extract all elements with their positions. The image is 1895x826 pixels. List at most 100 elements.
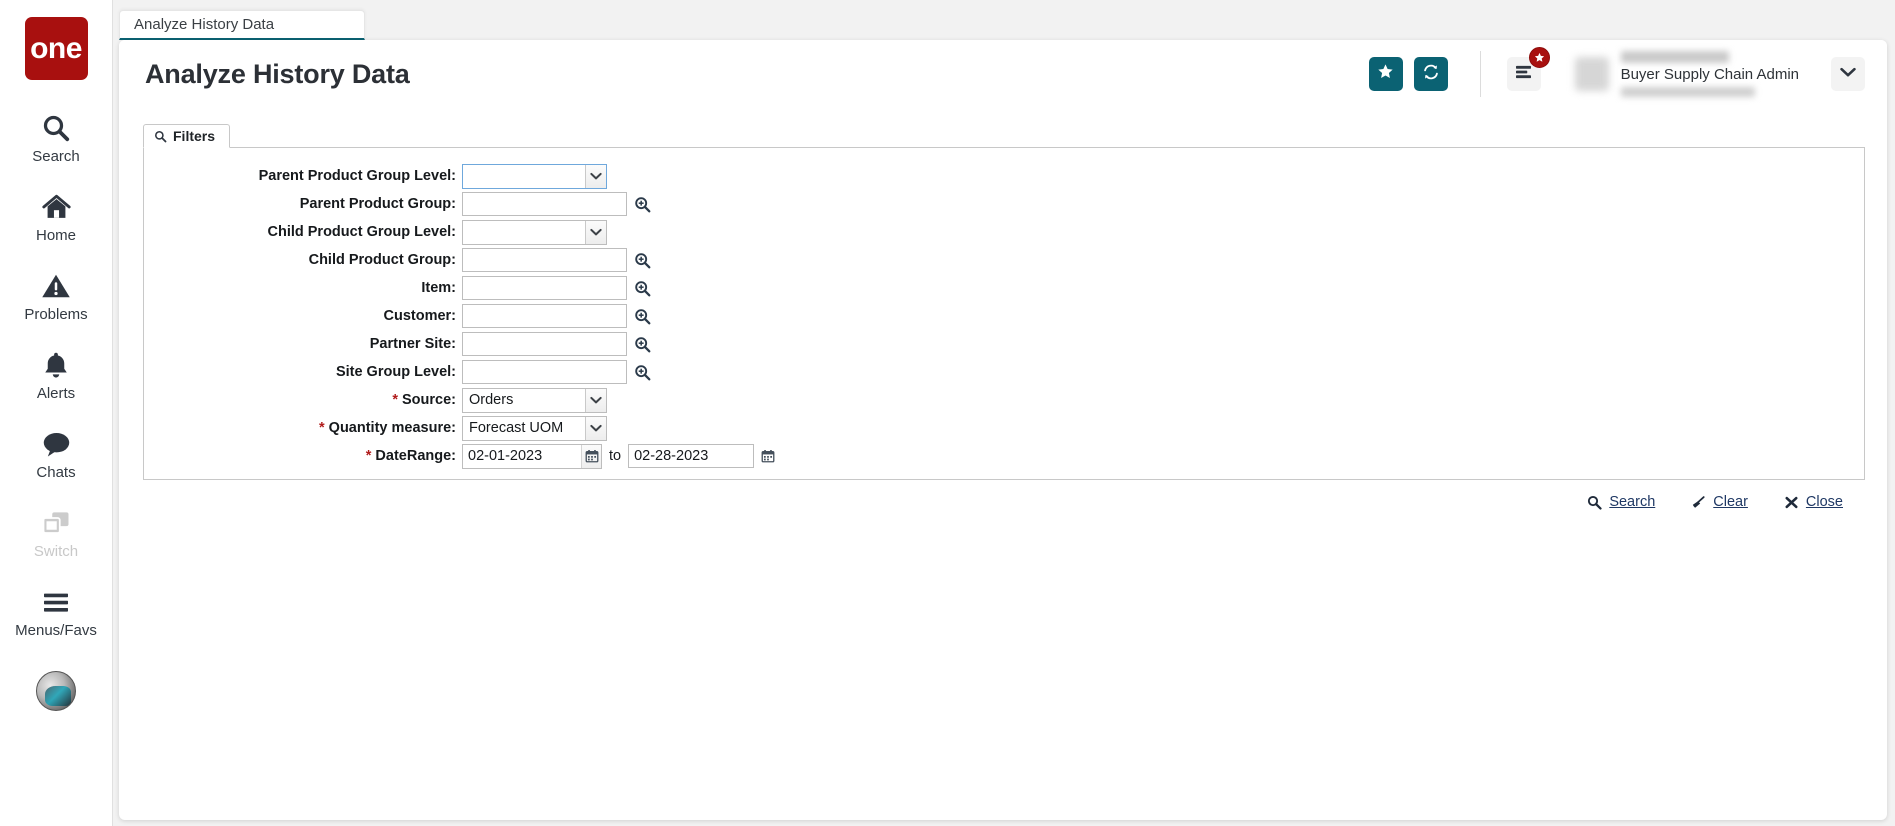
close-button[interactable]: Close	[1784, 494, 1843, 510]
filters-actions: Search Clear Close	[143, 480, 1865, 524]
magnifier-plus-icon[interactable]	[634, 280, 651, 297]
tab-filters-label: Filters	[173, 128, 216, 144]
filters-tab-row: Filters	[143, 124, 1865, 148]
star-icon	[1377, 63, 1394, 85]
brand-logo-text: one	[30, 31, 82, 65]
search-icon	[1587, 495, 1602, 510]
child-product-group-input[interactable]	[462, 248, 627, 272]
chat-icon	[41, 428, 72, 460]
parent-product-group-input[interactable]	[462, 192, 627, 216]
user-menu[interactable]: Buyer Supply Chain Admin	[1574, 51, 1799, 97]
clear-button[interactable]: Clear	[1691, 494, 1748, 510]
user-name-redacted	[1620, 51, 1729, 64]
chevron-down-icon[interactable]	[585, 164, 606, 188]
search-button-label: Search	[1609, 494, 1656, 510]
sidebar-item-search[interactable]: Search	[0, 112, 112, 165]
sidebar-item-problems[interactable]: Problems	[0, 270, 112, 323]
broom-icon	[1691, 495, 1706, 510]
select-value: Forecast UOM	[463, 416, 585, 440]
field-label: * DateRange:	[144, 448, 462, 464]
chevron-down-icon	[1840, 65, 1856, 83]
sidebar-item-label: Chats	[36, 464, 76, 481]
child-product-group-level-select[interactable]	[462, 219, 607, 245]
date-range-separator: to	[609, 448, 622, 464]
list-menu-button[interactable]	[1506, 47, 1550, 91]
sidebar-item-home[interactable]: Home	[0, 191, 112, 244]
quantity-measure-select[interactable]: Forecast UOM	[462, 415, 607, 441]
content-card: Analyze History Data Buyer Supply Chain …	[119, 40, 1887, 820]
magnifier-plus-icon[interactable]	[634, 336, 651, 353]
avatar[interactable]	[36, 671, 76, 711]
required-marker: *	[318, 420, 325, 436]
main-region: Analyze History Data Analyze History Dat…	[113, 0, 1895, 826]
list-menu-icon	[1514, 64, 1533, 84]
field-row-site-group-level: Site Group Level:	[144, 359, 1864, 385]
tab-filters[interactable]: Filters	[143, 124, 231, 148]
sidebar-item-switch[interactable]: Switch	[0, 507, 112, 560]
close-x-icon	[1784, 495, 1799, 510]
chevron-down-icon[interactable]	[585, 220, 606, 244]
field-row-child-product-group-level: Child Product Group Level:	[144, 219, 1864, 245]
refresh-button[interactable]	[1413, 57, 1448, 91]
hamburger-icon	[41, 586, 71, 618]
date-to-input[interactable]	[628, 444, 755, 468]
calendar-icon[interactable]	[581, 444, 601, 468]
magnifier-plus-icon[interactable]	[634, 196, 651, 213]
sidebar-item-alerts[interactable]: Alerts	[0, 349, 112, 402]
field-row-parent-product-group: Parent Product Group:	[144, 191, 1864, 217]
customer-input[interactable]	[462, 304, 627, 328]
calendar-icon[interactable]	[761, 449, 775, 463]
tab-label: Analyze History Data	[134, 16, 275, 33]
chevron-down-icon[interactable]	[585, 416, 606, 440]
field-row-partner-site: Partner Site:	[144, 331, 1864, 357]
select-value	[463, 164, 585, 188]
header-divider	[1479, 51, 1481, 97]
field-row-item: Item:	[144, 275, 1864, 301]
date-from-input[interactable]	[463, 444, 581, 468]
field-row-date-range: * DateRange: to	[144, 443, 1864, 469]
field-label: Parent Product Group:	[299, 196, 456, 212]
user-role: Buyer Supply Chain Admin	[1620, 66, 1799, 84]
sidebar-item-menus-favs[interactable]: Menus/Favs	[0, 586, 112, 639]
filters-tab-filler	[230, 147, 1865, 148]
site-group-level-input[interactable]	[462, 360, 627, 384]
favorite-button[interactable]	[1368, 57, 1403, 91]
field-label: * Quantity measure:	[144, 420, 462, 436]
star-badge-icon	[1528, 47, 1550, 68]
sidebar-item-label: Problems	[24, 306, 88, 323]
search-button[interactable]: Search	[1587, 494, 1655, 510]
field-label-text: Quantity measure:	[328, 420, 456, 436]
magnifier-plus-icon[interactable]	[634, 364, 651, 381]
chevron-down-icon[interactable]	[585, 388, 606, 412]
field-label: Child Product Group Level:	[267, 224, 456, 240]
field-label-text: DateRange:	[375, 448, 456, 464]
sidebar-item-label: Search	[32, 148, 80, 165]
field-label: Partner Site:	[369, 336, 456, 352]
field-row-source: * Source: Orders	[144, 387, 1864, 413]
switch-icon	[41, 507, 71, 539]
user-avatar	[1574, 57, 1609, 91]
bell-icon	[42, 349, 70, 381]
field-label-text: Source:	[402, 392, 456, 408]
field-label: Parent Product Group Level:	[258, 168, 456, 184]
user-org-redacted	[1620, 86, 1755, 97]
brand-logo[interactable]: one	[24, 17, 88, 80]
tab-analyze-history-data[interactable]: Analyze History Data	[119, 10, 365, 40]
field-label: Child Product Group:	[308, 252, 456, 268]
refresh-icon	[1422, 63, 1440, 86]
magnifier-plus-icon[interactable]	[634, 308, 651, 325]
field-row-child-product-group: Child Product Group:	[144, 247, 1864, 273]
magnifier-plus-icon[interactable]	[634, 252, 651, 269]
item-input[interactable]	[462, 276, 627, 300]
date-range-from[interactable]	[462, 443, 602, 469]
page-title: Analyze History Data	[145, 58, 410, 89]
field-label: Site Group Level:	[335, 364, 456, 380]
select-value	[463, 220, 585, 244]
user-menu-toggle[interactable]	[1831, 57, 1865, 91]
source-select[interactable]: Orders	[462, 387, 607, 413]
sidebar-item-chats[interactable]: Chats	[0, 428, 112, 481]
partner-site-input[interactable]	[462, 332, 627, 356]
parent-product-group-level-select[interactable]	[462, 163, 607, 189]
warning-icon	[41, 270, 71, 302]
filters-panel: Filters Parent Product Group Level: Pare…	[143, 124, 1865, 524]
